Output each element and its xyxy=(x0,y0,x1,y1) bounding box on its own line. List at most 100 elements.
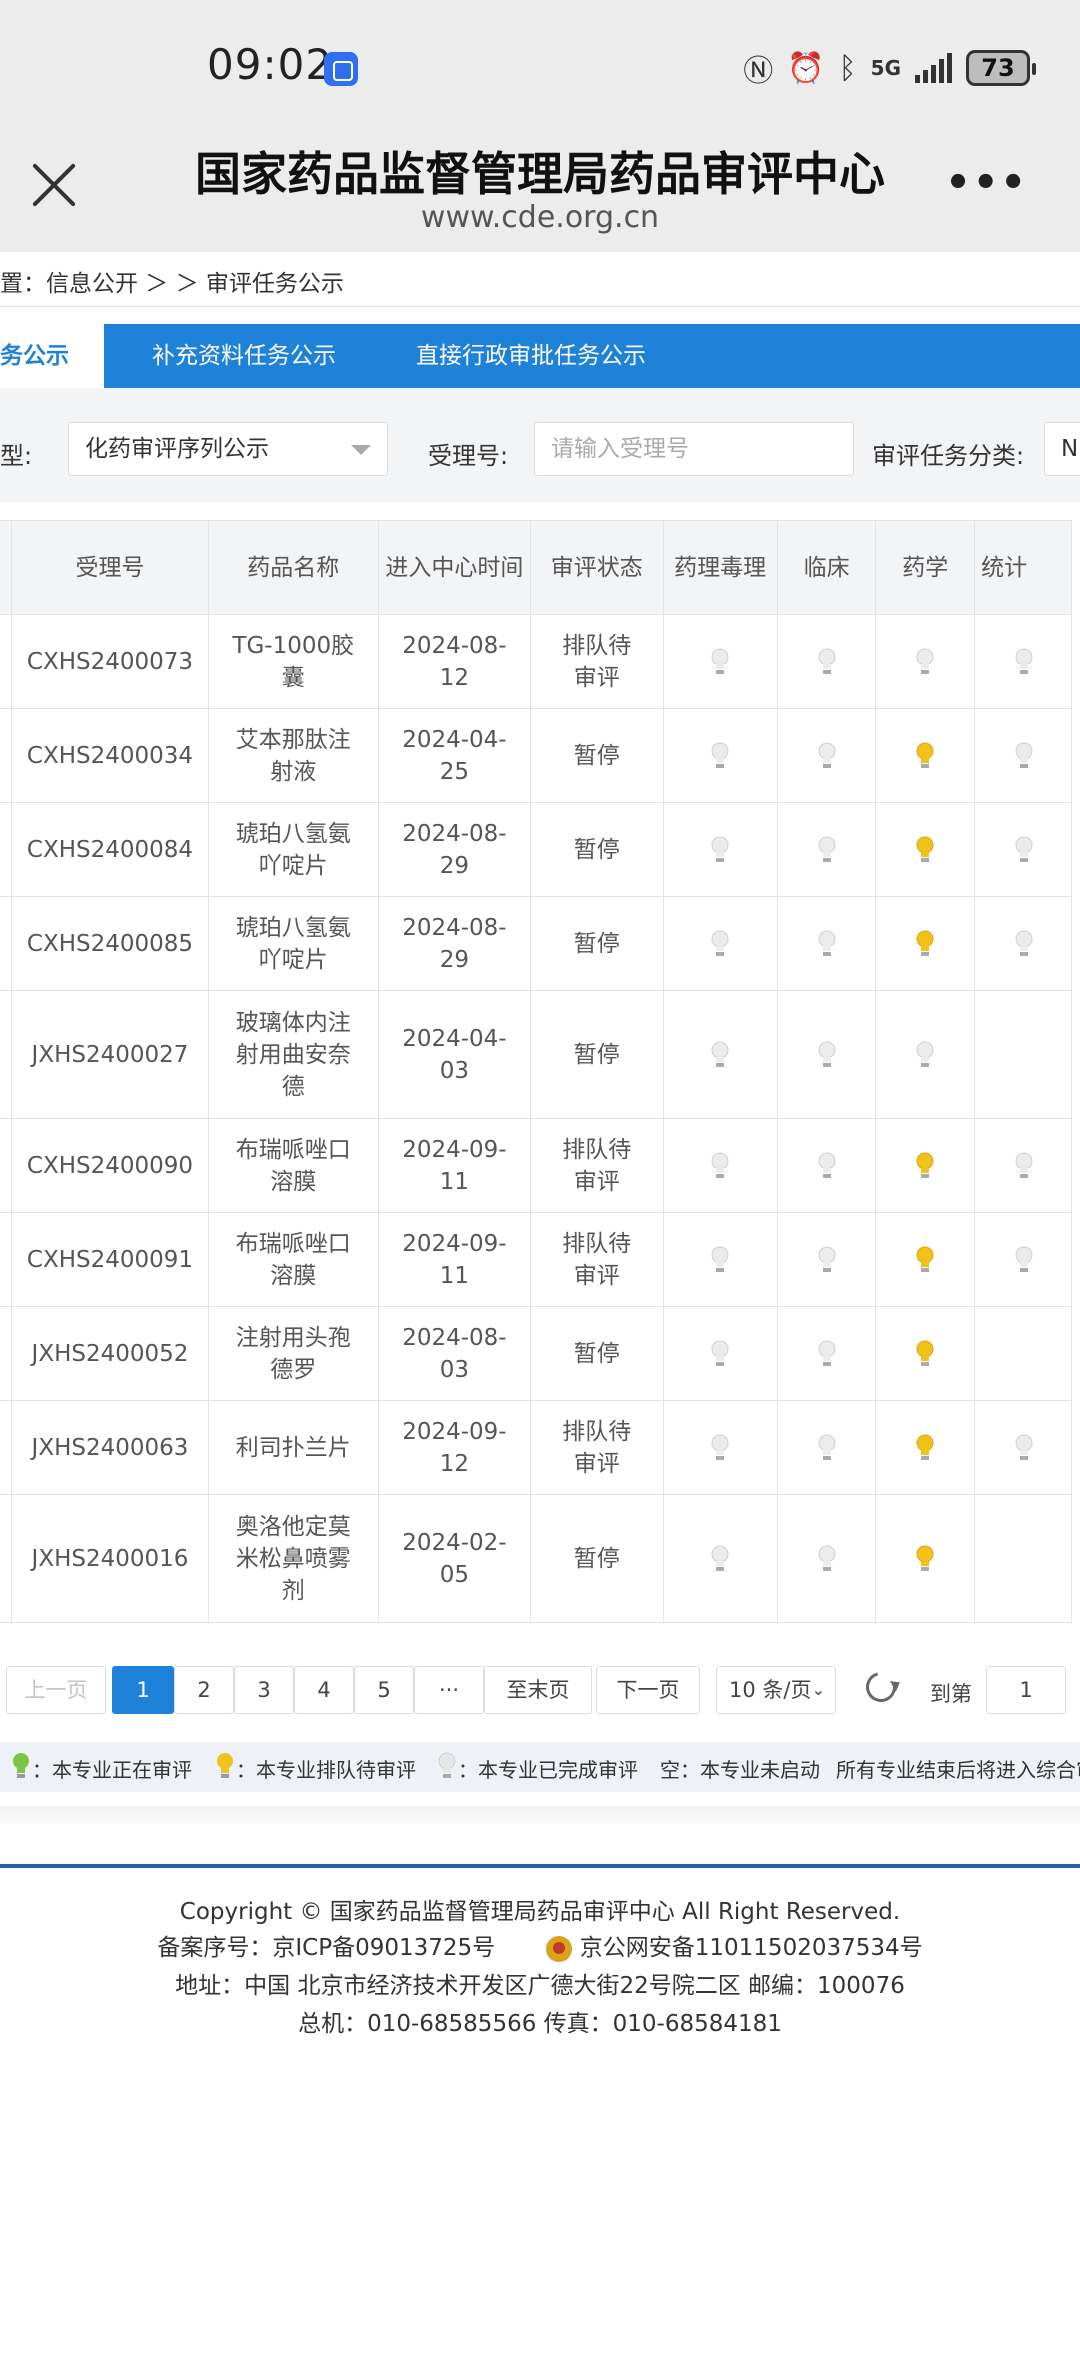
footer-registration: 备案序号：京ICP备09013725号 京公网安备11011502037534号 xyxy=(0,1928,1080,1962)
light-clinical-cell xyxy=(776,802,877,897)
prev-page-button[interactable]: 上一页 xyxy=(6,1666,106,1714)
page-size-value: 10 条/页 xyxy=(729,1678,812,1702)
white-bulb-icon xyxy=(916,648,934,674)
light-pharm-tox-cell xyxy=(662,614,778,709)
legend-note: 所有专业结束后将进入综合审 xyxy=(836,1758,1080,1782)
yellow-bulb-icon xyxy=(916,836,934,862)
yellow-bulb-icon xyxy=(916,1340,934,1366)
green-bulb-icon xyxy=(13,1753,29,1778)
light-clinical-cell xyxy=(776,708,877,803)
refresh-icon[interactable] xyxy=(860,1666,902,1708)
white-bulb-icon xyxy=(818,1041,836,1067)
light-pharmacy-cell xyxy=(875,896,976,991)
tab-admin-approval-tasks[interactable]: 直接行政审批任务公示 xyxy=(416,324,646,388)
light-pharmacy-cell xyxy=(875,1306,976,1401)
light-statistics-cell xyxy=(974,990,1072,1119)
light-clinical-cell xyxy=(776,1494,877,1623)
acceptance-input[interactable]: 请输入受理号 xyxy=(534,422,854,476)
light-pharmacy-cell xyxy=(875,1118,976,1213)
next-page-button[interactable]: 下一页 xyxy=(596,1666,700,1714)
signal-icon xyxy=(915,53,952,83)
table-row[interactable]: JXHS2400016 奥洛他定莫米松鼻喷雾剂 2024-02-05 暂停 xyxy=(0,1494,1072,1623)
page-4-button[interactable]: 4 xyxy=(294,1666,354,1714)
table-header-row: 受理号 药品名称 进入中心时间 审评状态 药理毒理 临床 药学 统计 xyxy=(0,520,1072,615)
yellow-bulb-icon xyxy=(916,1545,934,1571)
last-page-button[interactable]: 至末页 xyxy=(484,1666,592,1714)
table-row[interactable]: JXHS2400063 利司扑兰片 2024-09-12 排队待审评 xyxy=(0,1400,1072,1495)
nfc-icon: Ⓝ xyxy=(743,54,774,89)
battery-icon: 73 xyxy=(966,50,1036,86)
table-row[interactable]: CXHS2400073 TG-1000胶囊 2024-08-12 排队待审评 xyxy=(0,614,1072,709)
table-row[interactable]: CXHS2400034 艾本那肽注射液 2024-04-25 暂停 xyxy=(0,708,1072,803)
white-bulb-icon xyxy=(818,1246,836,1272)
row-lead-cell xyxy=(0,1306,13,1401)
page-3-button[interactable]: 3 xyxy=(234,1666,294,1714)
row-lead-cell xyxy=(0,708,13,803)
legend-completed: ：本专业已完成审评 xyxy=(458,1758,638,1782)
goto-page-input[interactable]: 1 xyxy=(986,1666,1066,1714)
breadcrumb: 置：信息公开 ＞ ＞ 审评任务公示 xyxy=(0,271,344,297)
row-lead-cell xyxy=(0,990,13,1119)
page-url: www.cde.org.cn xyxy=(420,200,660,235)
row-lead-cell xyxy=(0,896,13,991)
status-cell: 暂停 xyxy=(529,1306,664,1401)
light-pharm-tox-cell xyxy=(662,1212,778,1307)
col-statistics: 统计 xyxy=(974,520,1072,615)
status-cell: 排队待审评 xyxy=(529,1212,664,1307)
white-bulb-icon xyxy=(916,1041,934,1067)
col-entry-date: 进入中心时间 xyxy=(377,520,531,615)
light-clinical-cell xyxy=(776,990,877,1119)
alarm-icon: ⏰ xyxy=(787,50,825,86)
tab-bar: 务公示 补充资料任务公示 直接行政审批任务公示 xyxy=(0,324,1080,388)
acceptance-no-cell: CXHS2400091 xyxy=(11,1212,209,1307)
entry-date-cell: 2024-08-03 xyxy=(377,1306,531,1401)
drug-name-cell: 艾本那肽注射液 xyxy=(207,708,379,803)
tab-supplement-tasks[interactable]: 补充资料任务公示 xyxy=(152,324,336,388)
type-select[interactable]: 化药审评序列公示 xyxy=(68,422,388,476)
footer-phone: 总机：010-68585566 传真：010-68584181 xyxy=(298,2011,782,2037)
white-bulb-icon xyxy=(711,1152,729,1178)
page-2-button[interactable]: 2 xyxy=(174,1666,234,1714)
light-statistics-cell xyxy=(974,1494,1072,1623)
footer-address: 地址：中国 北京市经济技术开发区广德大街22号院二区 邮编：100076 xyxy=(175,1973,905,1999)
light-clinical-cell xyxy=(776,1212,877,1307)
white-bulb-icon xyxy=(818,1152,836,1178)
status-cell: 排队待审评 xyxy=(529,614,664,709)
acceptance-label: 受理号: xyxy=(428,442,509,470)
category-select[interactable]: N xyxy=(1044,422,1080,476)
table-row[interactable]: CXHS2400090 布瑞哌唑口溶膜 2024-09-11 排队待审评 xyxy=(0,1118,1072,1213)
white-bulb-icon xyxy=(711,1545,729,1571)
footer-icp[interactable]: 备案序号：京ICP备09013725号 xyxy=(157,1935,495,1961)
light-pharmacy-cell xyxy=(875,990,976,1119)
entry-date-cell: 2024-08-12 xyxy=(377,614,531,709)
entry-date-cell: 2024-09-11 xyxy=(377,1212,531,1307)
page-ellipsis-button[interactable]: ··· xyxy=(414,1666,484,1714)
status-cell: 暂停 xyxy=(529,802,664,897)
legend-in-review: ：本专业正在审评 xyxy=(32,1758,192,1782)
drug-name-cell: 琥珀八氢氨吖啶片 xyxy=(207,896,379,991)
tab-task-public[interactable]: 务公示 xyxy=(0,324,104,388)
drug-name-cell: 玻璃体内注射用曲安奈德 xyxy=(207,990,379,1119)
page-5-button[interactable]: 5 xyxy=(354,1666,414,1714)
entry-date-cell: 2024-08-29 xyxy=(377,802,531,897)
table-row[interactable]: CXHS2400085 琥珀八氢氨吖啶片 2024-08-29 暂停 xyxy=(0,896,1072,991)
col-drug-name: 药品名称 xyxy=(207,520,379,615)
table-row[interactable]: JXHS2400027 玻璃体内注射用曲安奈德 2024-04-03 暂停 xyxy=(0,990,1072,1119)
row-lead-cell xyxy=(0,614,13,709)
footer-police[interactable]: 京公网安备11011502037534号 xyxy=(580,1935,923,1961)
page-size-select[interactable]: 10 条/页 ⌄ xyxy=(716,1666,836,1714)
light-pharm-tox-cell xyxy=(662,708,778,803)
yellow-bulb-icon xyxy=(916,930,934,956)
table-row[interactable]: JXHS2400052 注射用头孢德罗 2024-08-03 暂停 xyxy=(0,1306,1072,1401)
table-row[interactable]: CXHS2400091 布瑞哌唑口溶膜 2024-09-11 排队待审评 xyxy=(0,1212,1072,1307)
type-label: 型: xyxy=(0,442,33,470)
more-menu-icon[interactable]: ••• xyxy=(945,160,1028,206)
page-1-button[interactable]: 1 xyxy=(112,1666,174,1714)
drug-name-cell: 注射用头孢德罗 xyxy=(207,1306,379,1401)
table-row[interactable]: CXHS2400084 琥珀八氢氨吖啶片 2024-08-29 暂停 xyxy=(0,802,1072,897)
white-bulb-icon xyxy=(818,1545,836,1571)
row-lead-cell xyxy=(0,1400,13,1495)
status-time: 09:02 xyxy=(207,40,334,89)
page-title: 国家药品监督管理局药品审评中心 xyxy=(195,147,885,201)
row-lead-cell xyxy=(0,1118,13,1213)
